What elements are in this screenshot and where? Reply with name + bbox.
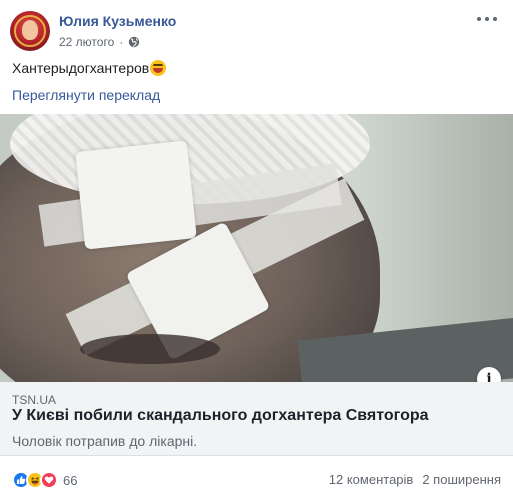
see-translation-link[interactable]: Переглянути переклад <box>12 87 160 103</box>
avatar-face <box>22 20 38 40</box>
stats-gap <box>413 472 422 487</box>
image-mouth <box>80 334 220 364</box>
more-dot <box>485 17 489 21</box>
shares-count-link[interactable]: 2 поширення <box>422 472 501 487</box>
post-text: Хантерыдогхантеров <box>12 60 167 76</box>
post-header: Юлия Кузьменко 22 лютого · <box>10 11 503 55</box>
reactions-summary[interactable]: 66 <box>12 471 77 489</box>
link-subtitle: Чоловік потрапив до лікарні. <box>12 433 198 449</box>
link-card[interactable]: TSN.UA У Києві побили скандального догха… <box>0 382 513 456</box>
reaction-count: 66 <box>63 472 78 488</box>
more-dot <box>493 17 497 21</box>
author-name[interactable]: Юлия Кузьменко <box>59 13 176 29</box>
laughing-emoji-icon <box>150 60 167 76</box>
author-avatar[interactable] <box>10 11 50 51</box>
post-date[interactable]: 22 лютого <box>59 35 114 49</box>
post-meta: 22 лютого · <box>59 35 140 49</box>
meta-separator: · <box>119 35 124 49</box>
globe-icon[interactable] <box>128 36 140 48</box>
image-gauze-pad <box>75 140 197 250</box>
more-options-icon[interactable] <box>477 15 497 23</box>
comments-count-link[interactable]: 12 коментарів <box>329 472 414 487</box>
link-source: TSN.UA <box>12 393 57 407</box>
engagement-stats: 12 коментарів 2 поширення <box>329 472 501 487</box>
link-preview-image[interactable]: i <box>0 114 513 382</box>
love-icon <box>40 471 58 489</box>
link-headline[interactable]: У Києві побили скандального догхантера С… <box>12 407 429 425</box>
more-dot <box>477 17 481 21</box>
post-text-content: Хантерыдогхантеров <box>12 60 150 76</box>
post-footer: 66 12 коментарів 2 поширення <box>0 456 513 501</box>
